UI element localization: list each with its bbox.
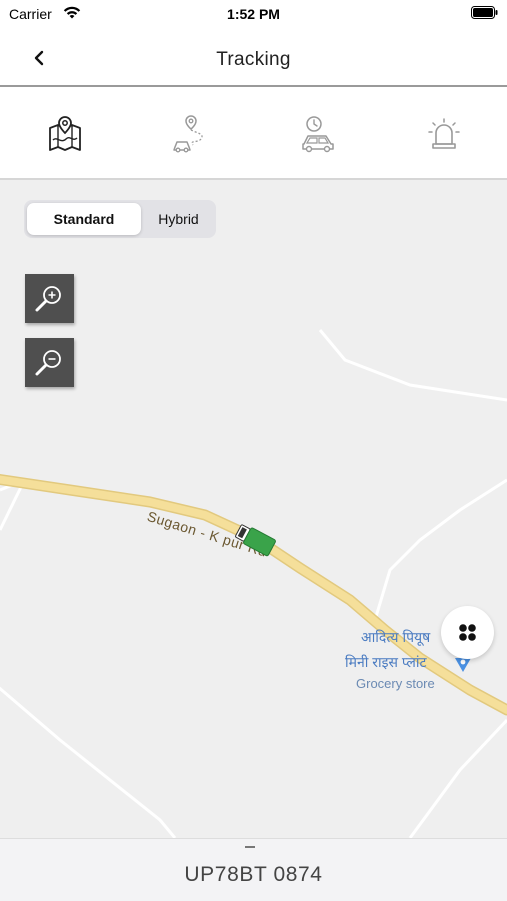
map-view[interactable]: Sugaon - K pur Rd आदित्य पियूष मिनी राइस… (0, 180, 507, 838)
tab-alerts[interactable] (424, 114, 464, 154)
map-type-hybrid[interactable]: Hybrid (144, 203, 213, 235)
zoom-out-button[interactable] (25, 338, 74, 387)
map-type-selector: Standard Hybrid (24, 200, 216, 238)
clock: 1:52 PM (227, 6, 280, 22)
zoom-in-icon (35, 286, 61, 312)
vehicle-marker-icon[interactable] (232, 520, 280, 560)
tab-map-view[interactable] (45, 114, 85, 154)
route-car-icon (173, 115, 203, 153)
menu-fab-button[interactable] (441, 606, 494, 659)
tracking-tabs (0, 87, 507, 180)
drag-handle[interactable] (245, 846, 255, 848)
poi-category: Grocery store (356, 676, 435, 691)
alarm-bell-icon (428, 118, 460, 149)
zoom-in-button[interactable] (25, 274, 74, 323)
tab-route-playback[interactable] (171, 114, 211, 154)
grid-menu-icon (459, 624, 476, 641)
battery-icon (471, 6, 499, 24)
vehicle-bottom-sheet[interactable]: UP78BT 0874 (0, 838, 507, 901)
status-bar: Carrier 1:52 PM (0, 0, 507, 30)
navigation-bar: Tracking (0, 30, 507, 87)
tab-trip-history[interactable] (298, 114, 338, 154)
poi-name-line2[interactable]: मिनी राइस प्लांट (345, 653, 427, 672)
map-type-standard[interactable]: Standard (27, 203, 141, 235)
page-title: Tracking (216, 49, 291, 70)
poi-name-line1[interactable]: आदित्य पियूष (361, 628, 430, 647)
vehicle-plate: UP78BT 0874 (184, 863, 323, 886)
map-location-icon (49, 116, 81, 151)
car-history-icon (302, 116, 334, 153)
zoom-out-icon (35, 350, 61, 376)
map-roads (0, 329, 507, 838)
